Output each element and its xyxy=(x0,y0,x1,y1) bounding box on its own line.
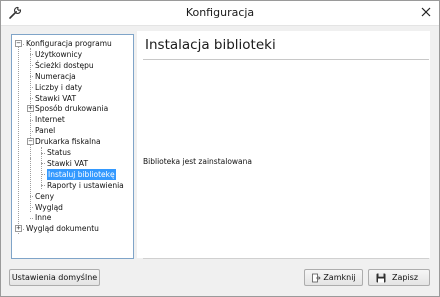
tree-expander-icon[interactable]: − xyxy=(15,40,22,47)
tree-item[interactable]: Drukarka fiskalna xyxy=(35,136,101,147)
config-window: Konfiguracja − Konfiguracja programu Użytk… xyxy=(0,0,440,297)
tree-item[interactable]: Ścieżki dostępu xyxy=(35,60,94,71)
tree-connector xyxy=(18,44,19,234)
tree-item[interactable]: Internet xyxy=(35,114,65,125)
window-title: Konfiguracja xyxy=(185,6,255,19)
floppy-disk-icon xyxy=(376,273,386,283)
tree-item[interactable]: Liczby i daty xyxy=(35,82,82,93)
tree-connector xyxy=(30,158,31,212)
tree-connector xyxy=(30,196,33,198)
tree-item[interactable]: Konfiguracja programu xyxy=(26,38,112,49)
tree-expander-icon[interactable]: + xyxy=(27,105,34,113)
tree-connector xyxy=(30,207,33,208)
tree-item[interactable]: Status xyxy=(47,147,71,158)
tree-connector xyxy=(41,152,45,154)
tree-item[interactable]: Instaluj bibliotekę xyxy=(47,168,116,180)
tree-item[interactable]: Raporty i ustawienia xyxy=(47,180,124,191)
tree-item[interactable]: Wygląd dokumentu xyxy=(26,223,99,234)
tree-connector xyxy=(41,163,45,165)
tree-connector xyxy=(30,76,33,78)
tree-item[interactable]: Numeracja xyxy=(35,71,76,82)
tree-item[interactable]: Stawki VAT xyxy=(47,158,88,169)
tree-expander-icon[interactable]: + xyxy=(15,225,22,233)
tree-connector xyxy=(30,54,33,56)
settings-tree[interactable]: − Konfiguracja programu Użytkownicy Ścieżki… xyxy=(11,34,134,259)
tree-item[interactable]: Panel xyxy=(35,125,55,136)
tree-connector xyxy=(30,98,33,99)
library-status-text: Biblioteka jest zainstalowana xyxy=(143,157,252,166)
page-title: Instalacja biblioteki xyxy=(145,37,276,53)
tree-item[interactable]: Inne xyxy=(35,212,51,223)
save-button[interactable]: Zapisz xyxy=(368,269,430,286)
tree-item[interactable]: Wygląd xyxy=(35,202,63,213)
close-icon[interactable] xyxy=(420,6,432,18)
tree-connector xyxy=(30,65,33,67)
title-divider xyxy=(143,59,429,60)
panel-bottom-divider xyxy=(143,258,429,259)
tree-connector xyxy=(41,174,45,176)
restore-defaults-label: Ustawienia domyślne xyxy=(11,273,98,282)
tree-connector xyxy=(30,130,33,132)
close-button[interactable]: Zamknij xyxy=(304,269,363,286)
close-button-label: Zamknij xyxy=(323,273,356,282)
restore-defaults-button[interactable]: Ustawienia domyślne xyxy=(9,269,100,286)
tree-item[interactable]: Ceny xyxy=(35,191,54,202)
title-bar: Konfiguracja xyxy=(1,1,439,26)
tree-item[interactable]: Użytkownicy xyxy=(35,49,82,60)
door-exit-icon xyxy=(312,273,321,283)
tree-connector xyxy=(30,217,33,219)
tree-expander-icon[interactable]: − xyxy=(27,138,34,146)
tree-connector xyxy=(30,87,33,89)
tree-connector xyxy=(41,185,45,187)
tree-item[interactable]: Sposób drukowania xyxy=(35,103,108,114)
save-button-label: Zapisz xyxy=(391,273,419,282)
tree-item[interactable]: Stawki VAT xyxy=(35,93,76,104)
content-panel: Instalacja biblioteki Biblioteka jest za… xyxy=(137,31,430,259)
tree-connector xyxy=(30,119,33,121)
